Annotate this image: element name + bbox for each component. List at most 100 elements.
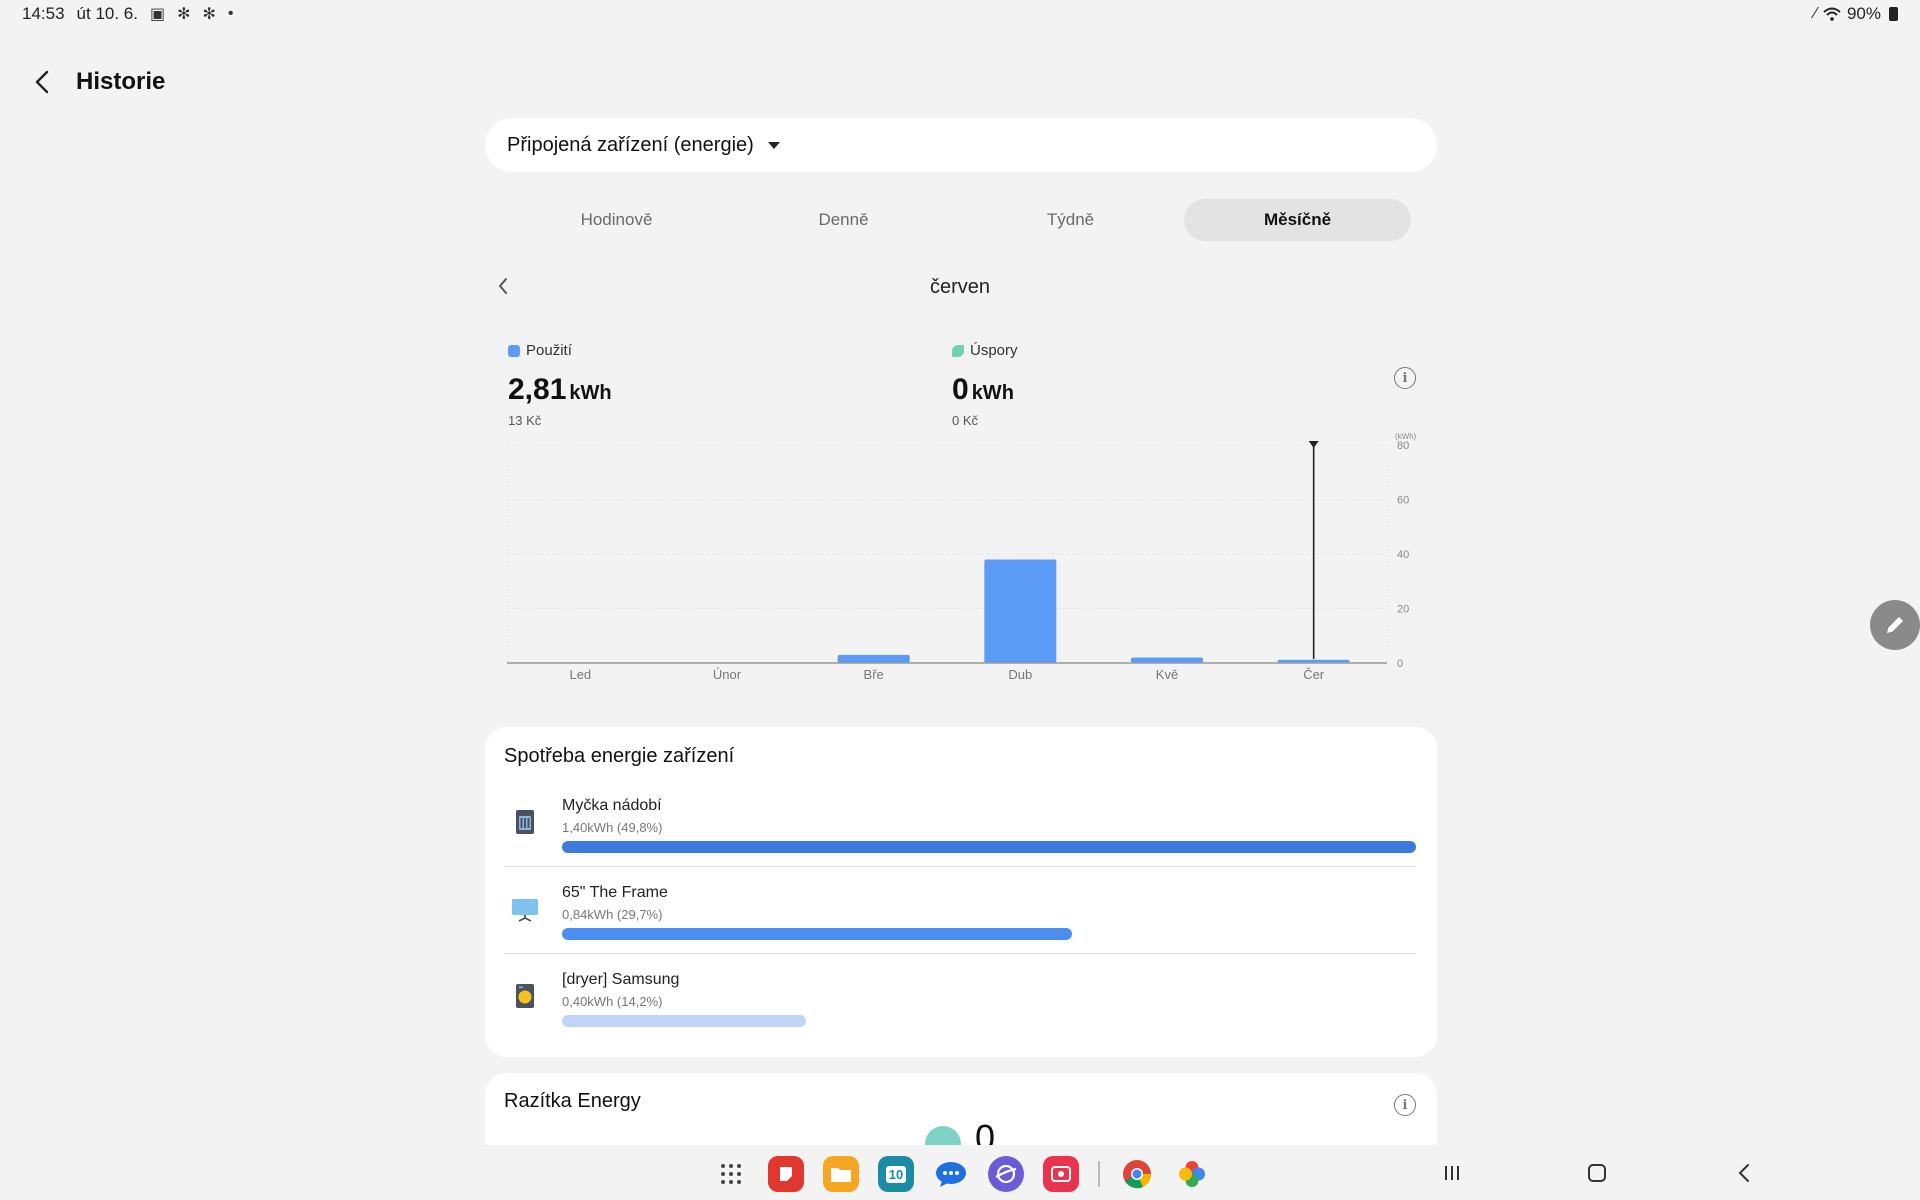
dryer-icon xyxy=(516,984,534,1008)
leaf-icon xyxy=(952,344,964,357)
status-bar: 14:53 út 10. 6. ▣ ✻ ✻ • ⁄ 90% xyxy=(0,0,1920,28)
usage-label: Použití xyxy=(526,342,572,359)
bolt-icon xyxy=(508,344,520,357)
device-consumption-card: Spotřeba energie zařízení Myčka nádobí 1… xyxy=(485,727,1437,1057)
device-filter-label: Připojená zařízení (energie) xyxy=(507,133,754,156)
notes-app-icon[interactable] xyxy=(768,1156,804,1192)
period-tabs: Hodinově Denně Týdně Měsíčně xyxy=(503,199,1411,241)
battery-level: 90% xyxy=(1846,4,1881,23)
back-button[interactable] xyxy=(26,62,58,102)
card-title: Spotřeba energie zařízení xyxy=(504,745,735,767)
tab-monthly[interactable]: Měsíčně xyxy=(1184,199,1411,241)
device-row-tv[interactable]: 65" The Frame 0,84kWh (29,7%) xyxy=(504,868,1416,954)
chevron-left-icon xyxy=(499,278,507,294)
wifi-icon xyxy=(1823,7,1841,21)
bar xyxy=(1131,657,1203,663)
dock-divider xyxy=(1098,1161,1100,1187)
device-usage: 1,40kWh (49,8%) xyxy=(562,820,663,835)
monthly-usage-chart[interactable]: 0 20 40 60 80(kWh) Led Únor Bře Dub Kvě Čer xyxy=(495,425,1425,695)
recent-apps-button[interactable] xyxy=(1435,1158,1469,1188)
info-icon[interactable]: i xyxy=(1394,367,1416,389)
mute-icon: ⁄ xyxy=(1814,5,1817,22)
bar xyxy=(837,654,910,663)
tab-hourly[interactable]: Hodinově xyxy=(503,199,730,241)
x-tick-label: Únor xyxy=(713,667,742,682)
device-name: Myčka nádobí xyxy=(562,797,662,814)
device-usage: 0,84kWh (29,7%) xyxy=(562,907,663,922)
bar xyxy=(984,559,1057,663)
y-tick-label: 40 xyxy=(1397,549,1409,561)
x-tick-label: Bře xyxy=(864,667,884,682)
usage-bar xyxy=(562,1015,807,1027)
files-app-icon[interactable] xyxy=(823,1156,859,1192)
home-button[interactable] xyxy=(1580,1158,1614,1188)
clock: 14:53 xyxy=(22,4,65,23)
energy-stamps-card[interactable]: Razítka Energy i 0 xyxy=(485,1073,1437,1145)
tv-icon xyxy=(512,899,538,922)
gallery-icon: ▣ xyxy=(149,6,166,23)
x-tick-label: Dub xyxy=(1008,667,1032,682)
tab-daily[interactable]: Denně xyxy=(730,199,957,241)
usage-unit: kWh xyxy=(569,382,612,404)
usage-bar xyxy=(562,841,1416,853)
app-drawer-icon[interactable] xyxy=(713,1156,749,1192)
chevron-left-icon xyxy=(35,70,49,94)
stamp-count: 0 xyxy=(975,1117,996,1145)
usage-value: 2,81 xyxy=(508,373,567,406)
savings-label: Úspory xyxy=(970,342,1018,359)
device-row-dishwasher[interactable]: Myčka nádobí 1,40kWh (49,8%) xyxy=(504,781,1416,867)
month-label: červen xyxy=(929,276,991,298)
nav-back-button[interactable] xyxy=(1727,1158,1761,1188)
y-tick-label: 80 xyxy=(1397,440,1409,452)
device-name: [dryer] Samsung xyxy=(562,971,680,988)
caret-down-icon xyxy=(767,141,780,149)
device-row-dryer[interactable]: [dryer] Samsung 0,40kWh (14,2%) xyxy=(504,955,1416,1041)
fan-icon: ✻ xyxy=(177,6,191,23)
device-name: 65" The Frame xyxy=(562,884,668,901)
previous-period-button[interactable] xyxy=(496,276,516,300)
dishwasher-icon xyxy=(516,810,534,834)
fan-icon: ✻ xyxy=(202,6,216,23)
calendar-app-icon[interactable]: 10 xyxy=(878,1156,914,1192)
savings-summary: Úspory 0 kWh 0 Kč xyxy=(952,342,1018,428)
internet-app-icon[interactable] xyxy=(988,1156,1024,1192)
usage-bar-track xyxy=(562,1015,1416,1027)
edit-button[interactable] xyxy=(1870,600,1920,650)
dot-icon: • xyxy=(227,5,234,22)
device-filter-dropdown[interactable]: Připojená zařízení (energie) xyxy=(485,118,1437,172)
stamp-badge-icon xyxy=(925,1126,961,1145)
page-title: Historie xyxy=(76,68,166,95)
screen-recorder-app-icon[interactable] xyxy=(1043,1156,1079,1192)
battery-icon xyxy=(1889,7,1898,21)
savings-value: 0 xyxy=(952,373,969,406)
back-icon xyxy=(1738,1164,1749,1182)
home-icon xyxy=(1588,1164,1606,1182)
x-tick-label: Led xyxy=(569,667,591,682)
tab-weekly[interactable]: Týdně xyxy=(957,199,1184,241)
header: Historie xyxy=(26,62,165,102)
y-unit-label: (kWh) xyxy=(1395,432,1417,441)
status-left: 14:53 út 10. 6. ▣ ✻ ✻ • xyxy=(22,4,234,24)
recents-icon xyxy=(1445,1166,1459,1180)
usage-bar xyxy=(562,928,1072,940)
x-tick-label: Kvě xyxy=(1156,667,1178,682)
calendar-day: 10 xyxy=(885,1165,907,1183)
date: út 10. 6. xyxy=(76,4,138,23)
info-icon[interactable]: i xyxy=(1394,1094,1416,1116)
messages-app-icon[interactable] xyxy=(933,1156,969,1192)
app-dock: 10 xyxy=(713,1156,1210,1192)
usage-bar-track xyxy=(562,928,1416,940)
x-tick-label: Čer xyxy=(1303,667,1325,682)
y-tick-label: 60 xyxy=(1397,495,1409,507)
photos-app-icon[interactable] xyxy=(1174,1156,1210,1192)
device-usage: 0,40kWh (14,2%) xyxy=(562,994,663,1009)
y-tick-label: 0 xyxy=(1397,658,1403,670)
chrome-app-icon[interactable] xyxy=(1119,1156,1155,1192)
savings-unit: kWh xyxy=(971,382,1014,404)
usage-bar-track xyxy=(562,841,1416,853)
navigation-bar: 10 xyxy=(0,1146,1920,1200)
y-tick-label: 20 xyxy=(1397,604,1409,616)
stamps-title: Razítka Energy xyxy=(504,1090,641,1112)
usage-summary: Použití 2,81 kWh 13 Kč xyxy=(508,342,612,428)
pencil-icon xyxy=(1887,617,1903,633)
